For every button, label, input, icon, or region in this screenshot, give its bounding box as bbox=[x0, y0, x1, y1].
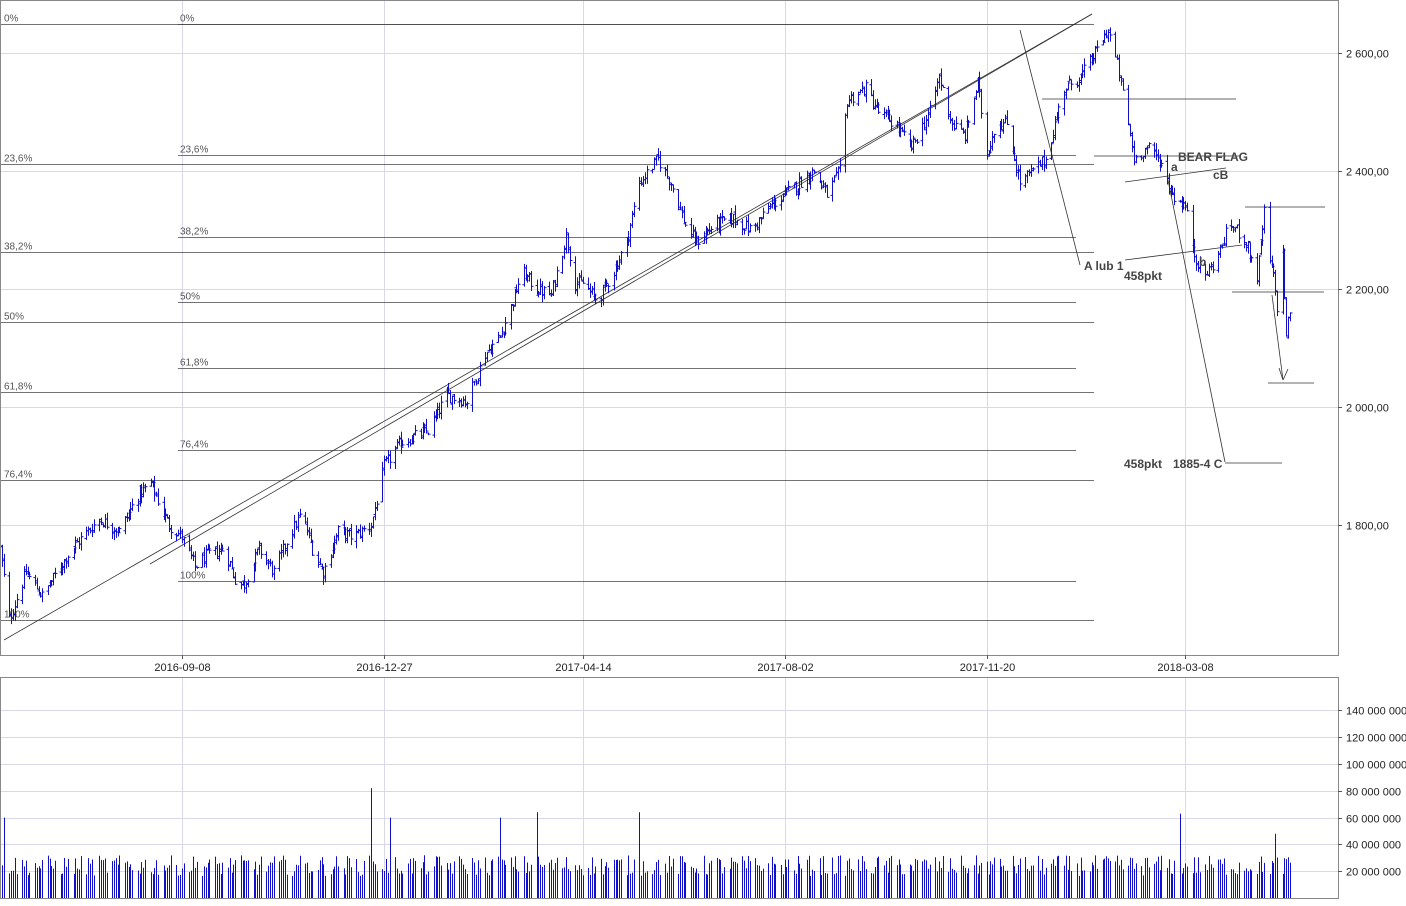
x-tick-label: 2017-04-14 bbox=[555, 662, 611, 674]
annotation-target-c: 1885-4 C bbox=[1173, 457, 1223, 471]
annotation-458pkt-upper: 458pkt bbox=[1124, 269, 1162, 283]
y-tick-label: 2 000,00 bbox=[1346, 403, 1389, 415]
x-tick-label: 2017-08-02 bbox=[757, 662, 813, 674]
y-tick-label: 2 400,00 bbox=[1346, 167, 1389, 179]
annotation-a: a bbox=[1171, 160, 1178, 174]
annotation-458pkt-lower: 458pkt bbox=[1124, 457, 1162, 471]
x-tick-label: 2016-12-27 bbox=[356, 662, 412, 674]
fib-label: 23,6% bbox=[4, 154, 32, 165]
volume-y-tick-label: 20 000 000 bbox=[1346, 867, 1401, 879]
annotation-bear-flag: BEAR FLAG bbox=[1178, 150, 1248, 164]
y-tick-label: 2 200,00 bbox=[1346, 285, 1389, 297]
x-tick-label: 2017-11-20 bbox=[960, 662, 1015, 674]
volume-y-tick-label: 100 000 000 bbox=[1346, 760, 1406, 772]
annotation-b: b bbox=[1199, 255, 1206, 269]
fib-label: 50% bbox=[4, 312, 24, 323]
fib-label: 76,4% bbox=[4, 470, 32, 481]
fib-label-inner: 23,6% bbox=[180, 145, 208, 156]
annotation-a-lub-1: A lub 1 bbox=[1084, 259, 1124, 273]
volume-y-tick-label: 60 000 000 bbox=[1346, 814, 1401, 826]
fib-label: 38,2% bbox=[4, 242, 32, 253]
fib-label-inner: 50% bbox=[180, 292, 200, 303]
x-tick-label: 2018-03-08 bbox=[1157, 662, 1213, 674]
volume-y-tick-label: 40 000 000 bbox=[1346, 840, 1401, 852]
chart-svg: 0% 23,6% 38,2% 50% 61,8% 76,4% 100% 0% 23,6% 38,2… bbox=[0, 0, 1406, 901]
y-tick-label: 2 600,00 bbox=[1346, 49, 1389, 61]
chart-stage: 0% 23,6% 38,2% 50% 61,8% 76,4% 100% 0% 23,6% 38,2… bbox=[0, 0, 1406, 901]
fib-label: 100% bbox=[4, 610, 30, 621]
fib-label-inner: 76,4% bbox=[180, 440, 208, 451]
fib-label-inner: 0% bbox=[180, 14, 195, 25]
volume-y-tick-label: 120 000 000 bbox=[1346, 733, 1406, 745]
fib-label: 61,8% bbox=[4, 382, 32, 393]
volume-y-tick-label: 140 000 000 bbox=[1346, 706, 1406, 718]
fib-label-inner: 100% bbox=[180, 571, 206, 582]
annotation-cb: cB bbox=[1213, 168, 1229, 182]
fib-label-inner: 61,8% bbox=[180, 358, 208, 369]
fib-label-inner: 38,2% bbox=[180, 227, 208, 238]
x-tick-label: 2016-09-08 bbox=[154, 662, 210, 674]
y-tick-label: 1 800,00 bbox=[1346, 521, 1389, 533]
fib-label: 0% bbox=[4, 14, 19, 25]
volume-y-tick-label: 80 000 000 bbox=[1346, 787, 1401, 799]
